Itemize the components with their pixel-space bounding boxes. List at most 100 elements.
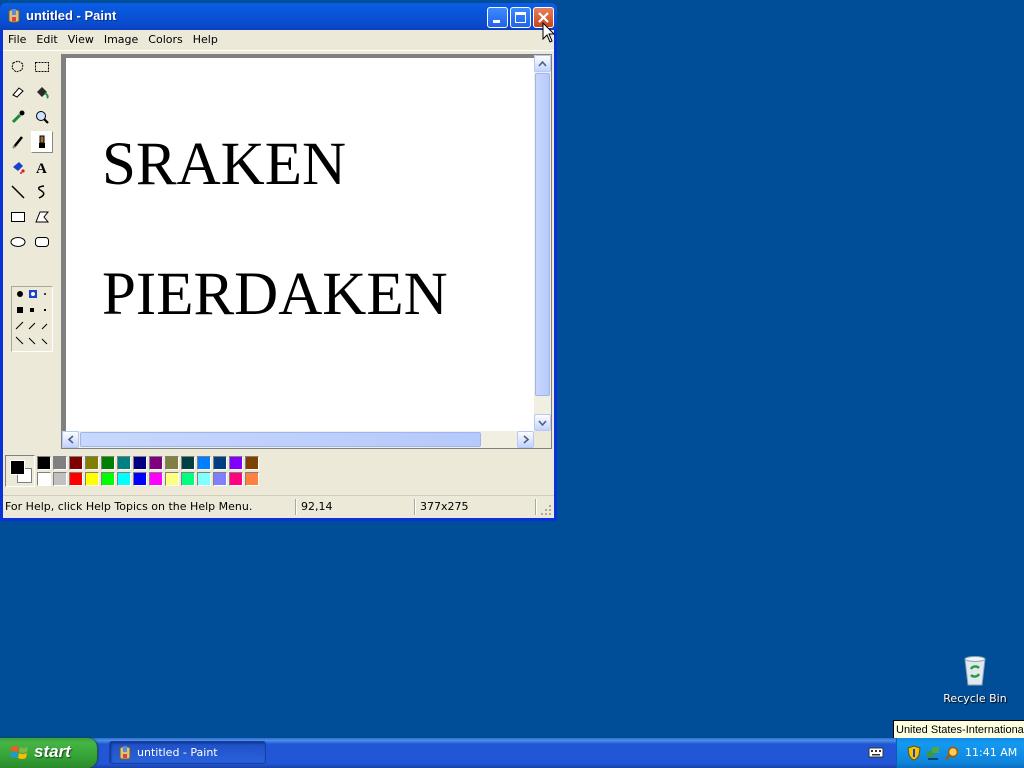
color-swatch[interactable] (69, 472, 83, 486)
color-swatch[interactable] (181, 456, 195, 470)
status-bar: For Help, click Help Topics on the Help … (3, 495, 554, 518)
color-swatch[interactable] (37, 456, 51, 470)
status-image-size: 377x275 (420, 500, 469, 513)
vertical-scrollbar[interactable] (534, 55, 551, 431)
color-palette (5, 452, 545, 492)
paint-app-icon (119, 746, 131, 760)
tool-airbrush[interactable] (7, 156, 29, 178)
start-label: start (34, 742, 71, 761)
tool-curve[interactable] (31, 181, 53, 203)
status-divider (414, 499, 415, 515)
color-swatch[interactable] (85, 472, 99, 486)
tool-magnifier[interactable] (31, 106, 53, 128)
color-swatch[interactable] (149, 456, 163, 470)
tool-pencil[interactable] (7, 131, 29, 153)
text-icon: A (36, 161, 47, 175)
tool-brush[interactable] (31, 131, 53, 153)
menu-view[interactable]: View (63, 30, 99, 50)
scroll-right-button[interactable] (517, 431, 534, 448)
canvas-text-line-1: SRAKEN (102, 131, 347, 198)
arrow-up-icon (538, 60, 547, 67)
vertical-scroll-thumb[interactable] (535, 73, 550, 396)
airbrush-icon (13, 162, 25, 174)
line-icon (11, 185, 25, 199)
minimize-icon (493, 20, 500, 23)
recycle-bin[interactable]: Recycle Bin (942, 655, 1008, 705)
window-title: untitled - Paint (26, 8, 117, 23)
rectangle-icon (11, 212, 25, 222)
color-swatch[interactable] (213, 472, 227, 486)
color-swatch[interactable] (69, 456, 83, 470)
color-swatch[interactable] (133, 456, 147, 470)
color-swatch[interactable] (133, 472, 147, 486)
color-swatch[interactable] (165, 472, 179, 486)
arrow-down-icon (538, 419, 547, 426)
pencil-icon (12, 136, 23, 149)
svg-text:A: A (36, 161, 47, 175)
color-swatch[interactable] (229, 456, 243, 470)
clock[interactable]: 11:41 AM (965, 746, 1017, 759)
scroll-down-button[interactable] (534, 414, 551, 431)
color-swatch[interactable] (117, 472, 131, 486)
status-divider (295, 499, 296, 515)
search-tray-icon[interactable] (944, 745, 960, 761)
tool-pick-color[interactable] (7, 106, 29, 128)
menu-help[interactable]: Help (188, 30, 223, 50)
tool-free-form-select[interactable] (7, 56, 29, 78)
color-swatch[interactable] (117, 456, 131, 470)
menu-file[interactable]: File (3, 30, 31, 50)
keyboard-language-icon[interactable] (868, 745, 884, 759)
color-swatch[interactable] (165, 456, 179, 470)
color-swatch[interactable] (85, 456, 99, 470)
tool-ellipse[interactable] (7, 231, 29, 253)
title-bar[interactable]: untitled - Paint (0, 3, 557, 30)
minimize-button[interactable] (487, 7, 508, 28)
color-swatch[interactable] (53, 456, 67, 470)
network-icon[interactable] (925, 745, 941, 761)
menu-colors[interactable]: Colors (143, 30, 187, 50)
horizontal-scrollbar[interactable] (62, 431, 534, 448)
color-swatch[interactable] (245, 456, 259, 470)
arrow-right-icon (522, 435, 529, 444)
color-swatch[interactable] (37, 472, 51, 486)
tool-rounded-rectangle[interactable] (31, 231, 53, 253)
curve-icon (37, 185, 45, 199)
color-swatch[interactable] (101, 472, 115, 486)
paint-client-area: File Edit View Image Colors Help A SRAKE… (3, 30, 554, 518)
tool-rectangle[interactable] (7, 206, 29, 228)
rounded-rectangle-icon (35, 237, 49, 247)
menu-edit[interactable]: Edit (31, 30, 62, 50)
brush-shape-options[interactable] (11, 286, 53, 352)
tool-select[interactable] (31, 56, 53, 78)
fill-icon (37, 87, 49, 99)
maximize-button[interactable] (510, 7, 531, 28)
taskbar-paint-button[interactable]: untitled - Paint (109, 741, 266, 764)
tool-text[interactable]: A (31, 156, 53, 178)
security-shield-icon[interactable] (906, 745, 922, 761)
tool-line[interactable] (7, 181, 29, 203)
start-button[interactable]: start (0, 738, 97, 768)
horizontal-scroll-thumb[interactable] (80, 432, 481, 447)
tool-fill[interactable] (31, 81, 53, 103)
color-swatch[interactable] (245, 472, 259, 486)
resize-grip-icon[interactable] (540, 504, 552, 516)
canvas[interactable]: SRAKEN PIERDAKEN (66, 58, 537, 431)
menu-image[interactable]: Image (99, 30, 143, 50)
color-swatch[interactable] (197, 472, 211, 486)
color-swatch[interactable] (213, 456, 227, 470)
color-swatch[interactable] (197, 456, 211, 470)
free-form-select-icon (11, 60, 24, 73)
scroll-up-button[interactable] (534, 55, 551, 72)
color-swatch[interactable] (53, 472, 67, 486)
color-swatch[interactable] (149, 472, 163, 486)
color-swatch[interactable] (181, 472, 195, 486)
status-coordinates: 92,14 (301, 500, 333, 513)
color-swatch[interactable] (229, 472, 243, 486)
system-tray: 11:41 AM (896, 738, 1024, 768)
color-swatch[interactable] (101, 456, 115, 470)
ellipse-icon (10, 237, 26, 247)
tool-eraser[interactable] (7, 81, 29, 103)
tool-polygon[interactable] (31, 206, 53, 228)
scroll-corner (534, 431, 551, 448)
scroll-left-button[interactable] (62, 431, 79, 448)
